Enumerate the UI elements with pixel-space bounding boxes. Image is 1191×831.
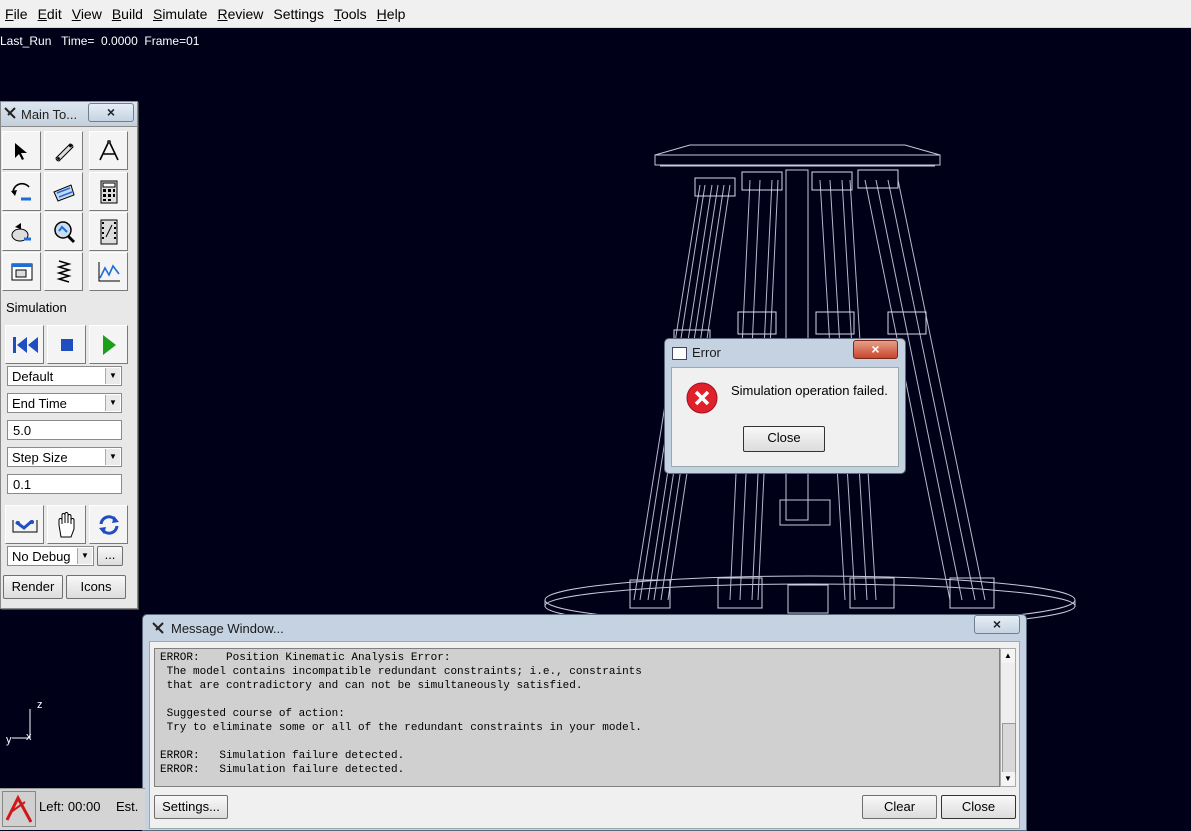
error-close-x-button[interactable]: × [853,340,898,359]
time-estimate: Est. [116,799,139,814]
error-dialog-body: Simulation operation failed. Close [671,367,899,467]
scroll-down-icon[interactable]: ▼ [1001,772,1015,786]
interactive-button[interactable] [47,505,86,544]
error-message: Simulation operation failed. [731,383,888,398]
close-button[interactable]: Close [941,795,1016,819]
spring-icon [55,259,72,283]
calculator-tool[interactable] [89,172,128,211]
step-size-select[interactable]: Step Size ▼ [7,447,122,467]
time-left: Left: 00:00 [39,799,101,814]
toolbox-close-button[interactable]: × [88,103,134,122]
gear-drive-icon [52,183,75,202]
clear-button[interactable]: Clear [862,795,937,819]
rotation-arrow-icon [10,182,31,200]
link-tool[interactable] [44,131,83,170]
message-window-close-x-button[interactable]: × [974,615,1020,634]
arrow-pointer-icon [14,142,27,160]
select-tool[interactable] [2,131,41,170]
chevron-down-icon: ▼ [105,368,120,384]
end-time-select[interactable]: End Time ▼ [7,393,122,413]
link-part-icon [54,142,74,162]
x-axis-label: x [26,731,32,743]
play-button[interactable] [89,325,128,364]
debug-value: No Debug [12,549,71,564]
gear-tool[interactable] [44,172,83,211]
sim-settings-button[interactable] [5,505,44,544]
error-icon [686,382,718,414]
plot-window-tool[interactable] [2,252,41,291]
motion-tool[interactable] [2,172,41,211]
error-dialog: Error × Simulation operation failed. Clo… [664,338,906,474]
calculator-icon [100,180,117,203]
scroll-up-icon[interactable]: ▲ [1001,649,1015,663]
chevron-down-icon: ▼ [105,395,120,411]
window-icon [672,347,687,360]
postprocessor-tool[interactable] [89,252,128,291]
sim-mode-select[interactable]: Default ▼ [7,366,122,386]
measure-arrow-icon [11,222,31,241]
measure-tool[interactable] [2,212,41,251]
inspect-tool[interactable] [44,212,83,251]
simulation-section-label: Simulation [6,300,67,315]
error-close-button[interactable]: Close [743,426,825,452]
scroll-thumb[interactable] [1002,723,1016,773]
chevron-down-icon: ▼ [77,548,92,564]
animation-tool[interactable] [89,212,128,251]
adams-logo-icon[interactable] [2,791,36,827]
film-strip-icon [100,219,117,244]
compass-joint-icon [98,139,119,160]
refresh-icon [98,514,119,535]
icons-button[interactable]: Icons [66,575,126,599]
adams-logo-icon [152,622,164,634]
toolbox-titlebar[interactable]: Main To... × [1,102,137,127]
end-time-label: End Time [12,396,67,411]
log-scrollbar[interactable]: ▲ ▼ [1000,648,1016,787]
debug-more-button[interactable]: ... [97,546,123,566]
line-graph-icon [98,261,120,281]
message-window: Message Window... × ERROR: Position Kine… [142,614,1027,831]
chevron-down-icon: ▼ [105,449,120,465]
message-window-body: ERROR: Position Kinematic Analysis Error… [149,641,1020,829]
message-window-title: Message Window... [171,621,284,636]
step-size-label: Step Size [12,450,68,465]
z-axis-label: z [37,699,43,711]
stop-button[interactable] [47,325,86,364]
hand-icon [58,511,74,537]
debug-select[interactable]: No Debug ▼ [7,546,94,566]
status-bar: Left: 00:00 Est. [0,788,145,830]
settings-button[interactable]: Settings... [154,795,228,819]
y-axis-label: y [6,734,12,746]
message-log[interactable]: ERROR: Position Kinematic Analysis Error… [154,648,1000,787]
step-size-input[interactable]: 0.1 [7,474,122,494]
end-time-input[interactable]: 5.0 [7,420,122,440]
reset-button[interactable] [89,505,128,544]
joint-tool[interactable] [89,131,128,170]
spring-tool[interactable] [44,252,83,291]
toolbox-title: Main To... [21,107,78,122]
error-dialog-title: Error [692,345,721,360]
stop-icon [60,338,73,351]
play-icon [102,334,116,355]
magnifier-icon [53,220,75,243]
rewind-button[interactable] [5,325,44,364]
window-plot-icon [11,263,32,280]
adams-logo-icon [4,107,16,119]
axis-triad: z y x [6,699,43,746]
rewind-icon [12,336,38,353]
model-icon [12,519,37,532]
render-button[interactable]: Render [3,575,63,599]
sim-mode-value: Default [12,369,54,384]
